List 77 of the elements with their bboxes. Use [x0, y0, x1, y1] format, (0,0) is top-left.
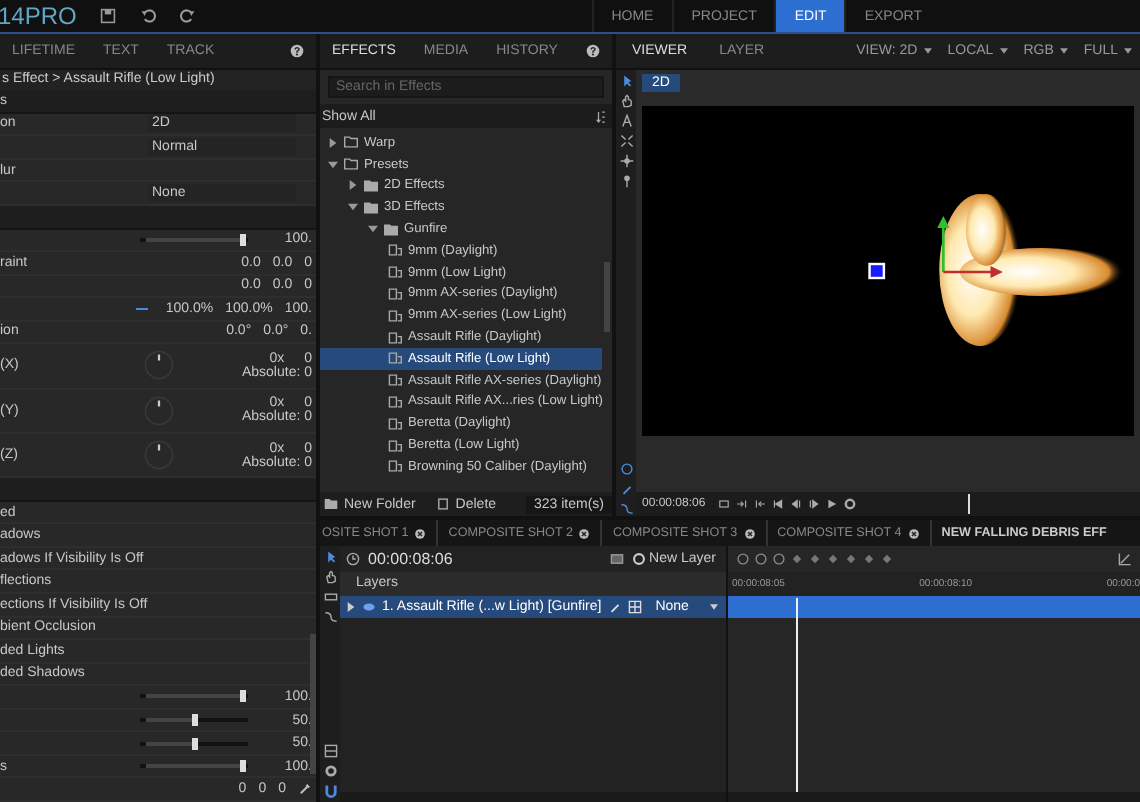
play-icon[interactable] [825, 498, 838, 510]
layout-icon[interactable] [323, 744, 337, 758]
caret-icon[interactable] [368, 224, 378, 235]
transform-gizmo[interactable] [937, 216, 1003, 278]
graph-icon[interactable] [1118, 552, 1132, 566]
zoom-scrollbar[interactable] [340, 792, 726, 802]
out-point-icon[interactable] [753, 498, 766, 510]
text-tool-icon[interactable] [619, 114, 633, 128]
step-forward-icon[interactable] [807, 498, 820, 510]
redo-icon[interactable] [180, 8, 196, 24]
in-point-icon[interactable] [735, 498, 748, 510]
skip-start-icon[interactable] [771, 498, 784, 510]
slider[interactable] [140, 758, 248, 775]
curve-icon[interactable] [323, 610, 337, 624]
sort-icon[interactable] [596, 109, 606, 123]
caret-icon [1124, 48, 1132, 54]
step-back-icon[interactable] [789, 498, 802, 510]
caret-icon [1059, 48, 1068, 54]
slip-icon[interactable] [323, 590, 337, 604]
caret-icon [710, 604, 718, 610]
settings-icon[interactable] [323, 764, 337, 778]
preset-icon [388, 417, 402, 430]
clock-icon [346, 552, 360, 566]
save-icon[interactable] [100, 8, 116, 24]
hand-icon[interactable] [323, 570, 337, 584]
circle-icon [631, 552, 646, 566]
pen-icon[interactable] [607, 600, 622, 614]
preset-icon [388, 331, 402, 344]
layer-panel-icon[interactable] [609, 552, 624, 566]
caret-icon[interactable] [348, 180, 358, 191]
preset-icon [388, 309, 402, 322]
preset-icon [388, 395, 402, 408]
timeline-timecode[interactable]: 00:00:08:06 [368, 550, 453, 568]
preset-icon [388, 439, 402, 452]
folder-icon [324, 498, 338, 510]
close-icon[interactable] [743, 527, 756, 539]
eye-icon[interactable] [362, 600, 376, 614]
transform-icon[interactable] [619, 134, 633, 148]
close-icon[interactable] [578, 527, 591, 539]
curve-icon[interactable] [619, 502, 633, 516]
preset-icon [388, 460, 402, 473]
caret-icon[interactable] [328, 159, 338, 170]
anchor-handle[interactable] [868, 262, 886, 280]
slider[interactable] [140, 231, 248, 248]
loop-icon[interactable] [717, 498, 730, 510]
caret-icon[interactable] [348, 202, 358, 213]
caret-icon [999, 48, 1008, 54]
move-icon[interactable] [619, 154, 633, 168]
slider[interactable] [140, 688, 248, 705]
magnet-icon[interactable] [323, 784, 337, 798]
app-logo: 14PRO [0, 2, 79, 30]
hand-icon[interactable] [619, 94, 633, 108]
settings-icon[interactable] [843, 498, 856, 510]
playhead-marker[interactable] [968, 494, 970, 514]
close-icon[interactable] [414, 527, 427, 539]
caret-icon[interactable] [346, 602, 356, 612]
pen-icon[interactable] [619, 482, 633, 496]
help-icon[interactable] [586, 44, 600, 58]
preset-icon [388, 352, 402, 365]
link-icon[interactable] [135, 307, 148, 311]
grid-icon[interactable] [627, 600, 642, 614]
pointer-icon[interactable] [619, 74, 633, 88]
help-icon[interactable] [290, 44, 304, 58]
caret-icon [923, 48, 932, 54]
preset-icon [388, 266, 402, 279]
pointer-icon[interactable] [323, 550, 337, 564]
undo-icon[interactable] [140, 8, 156, 24]
preset-icon [388, 374, 402, 387]
shape-tool-icon[interactable] [619, 462, 633, 476]
square-icon [435, 498, 450, 510]
timeline-scrollbar[interactable] [728, 792, 1140, 802]
preset-icon [388, 244, 402, 257]
eyedropper-icon[interactable] [298, 782, 312, 797]
pin-icon[interactable] [619, 174, 633, 188]
close-icon[interactable] [907, 527, 920, 539]
caret-icon[interactable] [328, 137, 338, 148]
preset-icon [388, 287, 402, 300]
